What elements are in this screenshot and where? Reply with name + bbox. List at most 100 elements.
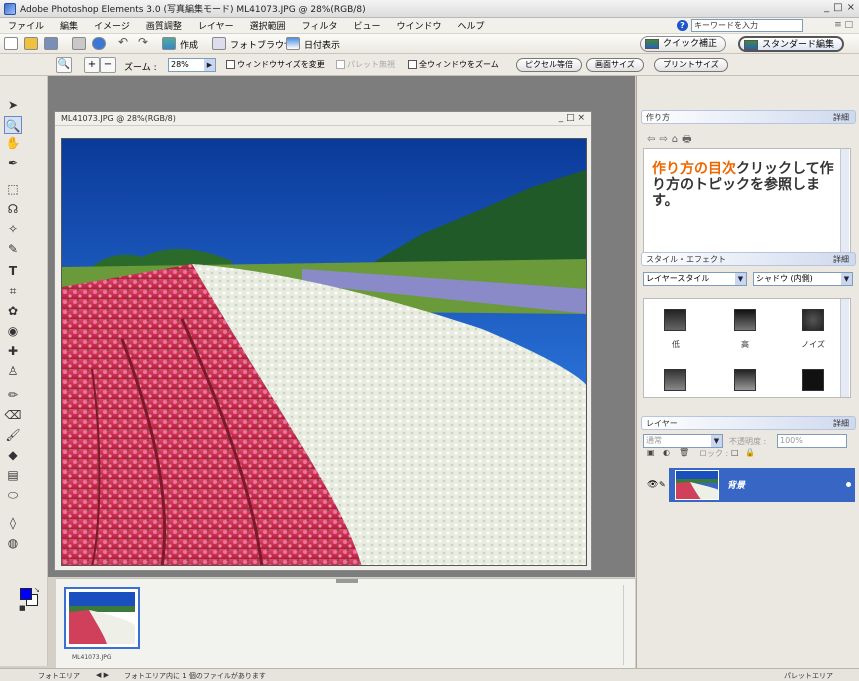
- gradient-tool-icon[interactable]: ▤: [4, 466, 22, 484]
- marquee-tool-icon[interactable]: ⬚: [4, 180, 22, 198]
- redo-icon[interactable]: ↷: [138, 35, 148, 49]
- lasso-tool-icon[interactable]: ☊: [4, 200, 22, 218]
- style-swatch-noise[interactable]: [802, 309, 824, 331]
- maximize-button[interactable]: □: [833, 2, 842, 13]
- photo-bin-scrollbar[interactable]: [623, 585, 633, 665]
- photo-browser-button[interactable]: フォトブラウザ: [230, 38, 293, 51]
- style-set-arrow-icon[interactable]: ▼: [841, 273, 852, 285]
- print-size-button[interactable]: プリントサイズ: [654, 58, 728, 72]
- crop-tool-icon[interactable]: ⌗: [4, 282, 22, 300]
- delete-layer-icon[interactable]: 🗑: [679, 448, 689, 457]
- style-swatch[interactable]: [802, 369, 824, 391]
- create-button[interactable]: 作成: [180, 38, 198, 51]
- resize-windows-box[interactable]: [226, 60, 235, 69]
- document-title-bar[interactable]: ML41073.JPG @ 28%(RGB/8) _ □ ×: [55, 112, 591, 126]
- layer-row-background[interactable]: 背景: [669, 468, 855, 502]
- type-tool-icon[interactable]: T: [4, 262, 22, 280]
- blend-mode-arrow-icon[interactable]: ▼: [711, 435, 722, 447]
- create-icon[interactable]: [162, 37, 176, 50]
- menu-file[interactable]: ファイル: [0, 19, 52, 32]
- style-swatch[interactable]: [664, 369, 686, 391]
- default-colors-icon[interactable]: ■: [19, 604, 26, 612]
- new-file-icon[interactable]: [4, 37, 18, 50]
- clone-stamp-tool-icon[interactable]: ♙: [4, 362, 22, 380]
- photo-bin-splitter[interactable]: [336, 579, 358, 583]
- zoom-dropdown-arrow-icon[interactable]: ▶: [204, 59, 215, 71]
- help-search-input[interactable]: キーワードを入力: [691, 19, 803, 32]
- photo-browser-icon[interactable]: [212, 37, 226, 50]
- howto-content[interactable]: 作り方の目次クリックして作り方のトピックを参照します。: [643, 148, 851, 258]
- menu-window[interactable]: ウインドウ: [388, 19, 449, 32]
- new-layer-icon[interactable]: ▣: [647, 448, 655, 457]
- save-icon[interactable]: [44, 37, 58, 50]
- undo-icon[interactable]: ↶: [118, 35, 128, 49]
- zoom-all-checkbox[interactable]: 全ウィンドウをズーム: [408, 59, 499, 70]
- resize-windows-checkbox[interactable]: ウィンドウサイズを変更: [226, 59, 325, 70]
- healing-brush-tool-icon[interactable]: ✚: [4, 342, 22, 360]
- pencil-tool-icon[interactable]: ✏: [4, 386, 22, 404]
- photo-bin-toggle[interactable]: フォトエリア: [38, 671, 80, 681]
- lock-all-icon[interactable]: 🔒: [745, 448, 755, 457]
- nav-arrows-icon[interactable]: ◀ ▶: [96, 671, 109, 679]
- foreground-color-swatch[interactable]: [20, 588, 32, 600]
- menu-layer[interactable]: レイヤー: [190, 19, 242, 32]
- lock-transparency-icon[interactable]: □: [731, 448, 739, 457]
- layers-more-button[interactable]: 詳細: [833, 418, 849, 429]
- menu-edit[interactable]: 編集: [52, 19, 86, 32]
- menu-enhance[interactable]: 画質調整: [138, 19, 190, 32]
- actual-pixels-button[interactable]: ピクセル等倍: [516, 58, 582, 72]
- style-swatch-high[interactable]: [734, 309, 756, 331]
- blend-mode-select[interactable]: 通常 ▼: [643, 434, 723, 448]
- styles-palette-header[interactable]: スタイル・エフェクト 詳細: [641, 252, 856, 266]
- selection-brush-tool-icon[interactable]: ✎: [4, 240, 22, 258]
- standard-edit-button[interactable]: スタンダード編集: [738, 36, 845, 52]
- zoom-in-icon[interactable]: +: [84, 57, 100, 73]
- style-set-select[interactable]: シャドウ (内側) ▼: [753, 272, 853, 286]
- howto-link[interactable]: 作り方の目次: [652, 161, 736, 177]
- styles-more-button[interactable]: 詳細: [833, 254, 849, 265]
- print-icon[interactable]: [72, 37, 86, 50]
- document-window-controls[interactable]: _ □ ×: [559, 113, 585, 123]
- photo-canvas[interactable]: [61, 138, 587, 566]
- sponge-tool-icon[interactable]: ◍: [4, 534, 22, 552]
- menu-view[interactable]: ビュー: [345, 19, 388, 32]
- quick-fix-button[interactable]: クイック補正: [640, 36, 727, 52]
- eraser-tool-icon[interactable]: ⌫: [4, 406, 22, 424]
- howto-nav-icons[interactable]: ⇦⇨⌂🖶: [647, 132, 696, 149]
- zoom-tool-icon[interactable]: 🔍: [56, 57, 72, 73]
- red-eye-tool-icon[interactable]: ◉: [4, 322, 22, 340]
- photo-thumbnail[interactable]: [64, 587, 140, 649]
- menu-select[interactable]: 選択範囲: [242, 19, 294, 32]
- adjustment-layer-icon[interactable]: ◐: [663, 448, 670, 457]
- layer-visibility-icon[interactable]: 👁: [647, 480, 658, 490]
- howto-scrollbar[interactable]: [840, 149, 849, 257]
- fit-screen-button[interactable]: 画面サイズ: [586, 58, 644, 72]
- style-category-arrow-icon[interactable]: ▼: [735, 273, 746, 285]
- shape-tool-icon[interactable]: ⬭: [4, 486, 22, 504]
- menu-help[interactable]: ヘルプ: [449, 19, 492, 32]
- styles-scrollbar[interactable]: [840, 299, 849, 397]
- menu-filter[interactable]: フィルタ: [294, 19, 346, 32]
- menu-image[interactable]: イメージ: [86, 19, 138, 32]
- layers-palette-header[interactable]: レイヤー 詳細: [641, 416, 856, 430]
- cookie-cutter-tool-icon[interactable]: ✿: [4, 302, 22, 320]
- move-tool-icon[interactable]: ➤: [4, 96, 22, 114]
- date-view-icon[interactable]: [286, 37, 300, 50]
- zoom-value-field[interactable]: 28% ▶: [168, 58, 216, 72]
- minimize-button[interactable]: _: [824, 2, 829, 13]
- opacity-field[interactable]: 100%: [777, 434, 847, 448]
- palette-bin-toggle[interactable]: パレットエリア: [784, 671, 833, 681]
- zoom-tool-icon[interactable]: 🔍: [4, 116, 22, 134]
- close-button[interactable]: ×: [847, 2, 855, 13]
- style-category-select[interactable]: レイヤースタイル ▼: [643, 272, 747, 286]
- brush-tool-icon[interactable]: 🖌: [4, 426, 22, 444]
- paint-bucket-tool-icon[interactable]: ◆: [4, 446, 22, 464]
- swap-colors-icon[interactable]: ↘: [34, 586, 40, 594]
- zoom-out-icon[interactable]: −: [100, 57, 116, 73]
- style-swatch[interactable]: [734, 369, 756, 391]
- open-folder-icon[interactable]: [24, 37, 38, 50]
- blur-tool-icon[interactable]: ◊: [4, 514, 22, 532]
- eyedropper-tool-icon[interactable]: ✒: [4, 154, 22, 172]
- layer-link-icon[interactable]: ✎: [659, 480, 666, 489]
- online-services-icon[interactable]: [92, 37, 106, 50]
